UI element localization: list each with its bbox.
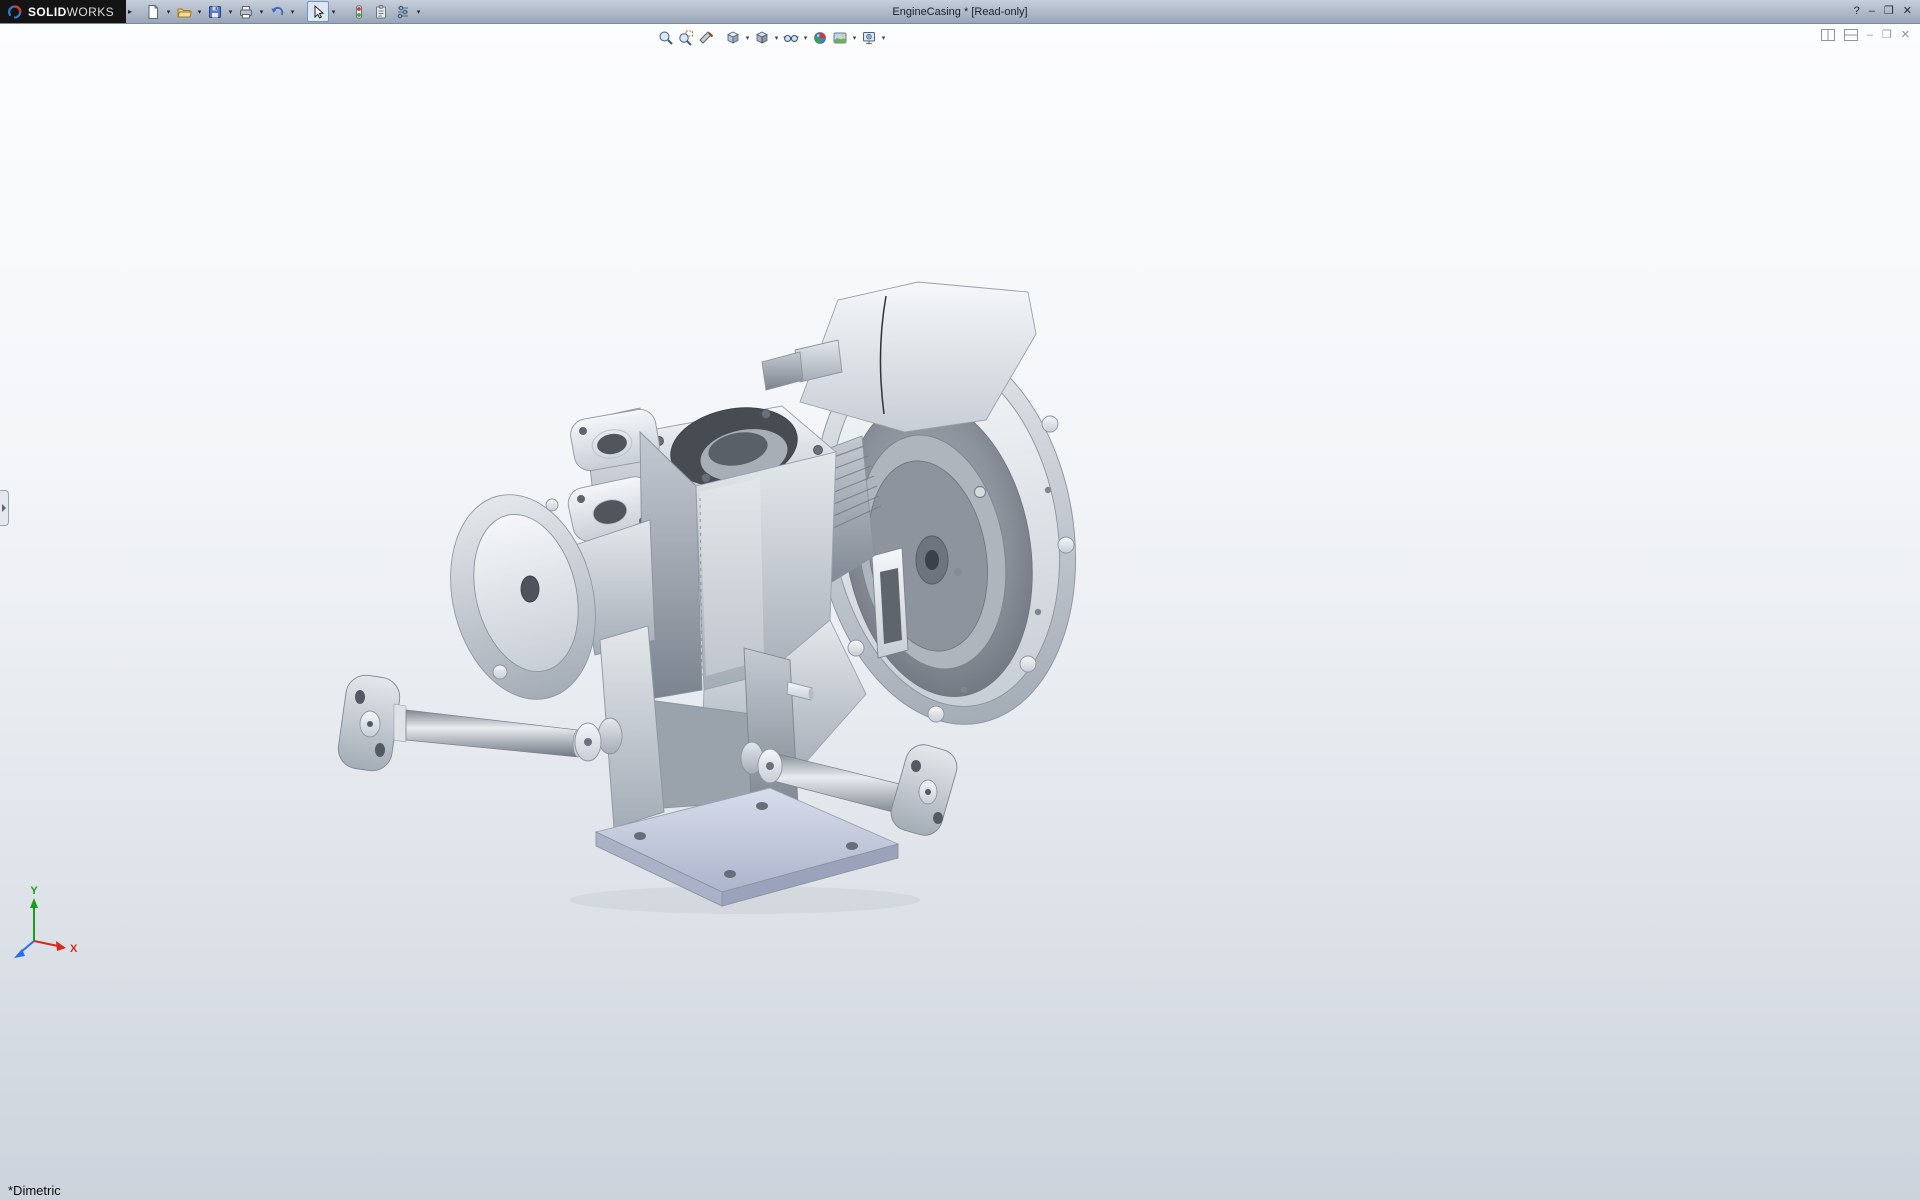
save-dropdown[interactable]: ▾ [226, 2, 235, 22]
select-cursor-icon [310, 4, 326, 20]
doc-restore-button[interactable]: ❐ [1882, 30, 1892, 41]
zoom-to-area-button[interactable] [676, 28, 696, 47]
options-button[interactable] [392, 1, 414, 22]
close-button[interactable]: ✕ [1903, 6, 1912, 17]
help-button[interactable]: ? [1854, 6, 1860, 17]
split-pane-vertical-button[interactable] [1844, 29, 1858, 41]
display-style-button[interactable] [752, 28, 772, 47]
main-toolbar: ▾ ▾ ▾ [142, 1, 423, 22]
print-dropdown[interactable]: ▾ [257, 2, 266, 22]
restore-button[interactable]: ❐ [1884, 6, 1894, 17]
undo-button[interactable] [266, 1, 288, 22]
toolbar-flyout-arrow[interactable]: ▸ [126, 7, 136, 16]
options-sliders-icon [395, 4, 411, 20]
view-orientation-label: *Dimetric [8, 1183, 61, 1198]
featuremanager-flyout-tab[interactable] [0, 490, 9, 526]
rebuild-traffic-light-icon [351, 4, 367, 20]
doc-close-button[interactable]: ✕ [1901, 30, 1910, 41]
window-title: EngineCasing * [Read-only] [892, 6, 1027, 18]
apply-scene-dropdown[interactable]: ▾ [850, 29, 859, 47]
triad-y-label: Y [30, 885, 38, 897]
edit-appearance-sphere-icon [812, 30, 828, 46]
file-properties-button[interactable] [370, 1, 392, 22]
triad-x-label: X [70, 943, 78, 955]
apply-scene-icon [832, 30, 848, 46]
hide-show-items-button[interactable] [781, 28, 801, 47]
reference-triad: Y X [14, 885, 78, 958]
options-dropdown[interactable]: ▾ [414, 2, 423, 22]
minimize-button[interactable]: – [1869, 6, 1875, 17]
section-view-button[interactable] [696, 28, 716, 47]
zoom-to-fit-icon [658, 30, 674, 46]
view-settings-button[interactable] [859, 28, 879, 47]
new-document-dropdown[interactable]: ▾ [164, 2, 173, 22]
view-settings-icon [861, 30, 877, 46]
new-document-button[interactable] [142, 1, 164, 22]
zoom-to-fit-button[interactable] [656, 28, 676, 47]
solidworks-window: SOLIDWORKS ▸ ▾ ▾ [0, 0, 1920, 1200]
window-controls: ? – ❐ ✕ [1854, 6, 1920, 17]
doc-minimize-button[interactable]: – [1867, 30, 1873, 41]
file-properties-icon [373, 4, 389, 20]
print-icon [238, 4, 254, 20]
select-button[interactable] [307, 1, 329, 22]
undo-arrow-icon [269, 4, 285, 20]
display-style-dropdown[interactable]: ▾ [772, 29, 781, 47]
3ds-logo-icon [7, 4, 23, 20]
document-window-controls: – ❐ ✕ [1821, 29, 1910, 41]
rebuild-button[interactable] [348, 1, 370, 22]
undo-dropdown[interactable]: ▾ [288, 2, 297, 22]
titlebar: SOLIDWORKS ▸ ▾ ▾ [0, 0, 1920, 24]
logo-text: SOLIDWORKS [28, 5, 114, 19]
view-orientation-button[interactable] [723, 28, 743, 47]
view-orientation-dropdown[interactable]: ▾ [743, 29, 752, 47]
open-button[interactable] [173, 1, 195, 22]
save-button[interactable] [204, 1, 226, 22]
edit-appearance-button[interactable] [810, 28, 830, 47]
zoom-to-area-icon [678, 30, 694, 46]
solidworks-logo: SOLIDWORKS [0, 0, 126, 23]
hide-show-glasses-icon [783, 30, 799, 46]
save-floppy-icon [207, 4, 223, 20]
apply-scene-button[interactable] [830, 28, 850, 47]
section-view-icon [698, 30, 714, 46]
select-dropdown[interactable]: ▾ [329, 2, 338, 22]
model-scene: Y X [0, 24, 1920, 1200]
view-settings-dropdown[interactable]: ▾ [879, 29, 888, 47]
open-folder-icon [176, 4, 192, 20]
open-dropdown[interactable]: ▾ [195, 2, 204, 22]
print-button[interactable] [235, 1, 257, 22]
new-document-icon [145, 4, 161, 20]
split-pane-horizontal-button[interactable] [1821, 29, 1835, 41]
graphics-area[interactable]: Y X [0, 24, 1920, 1200]
heads-up-toolbar: ▾ ▾ ▾ [656, 28, 888, 47]
hide-show-items-dropdown[interactable]: ▾ [801, 29, 810, 47]
display-style-icon [754, 30, 770, 46]
view-orientation-cube-icon [725, 30, 741, 46]
